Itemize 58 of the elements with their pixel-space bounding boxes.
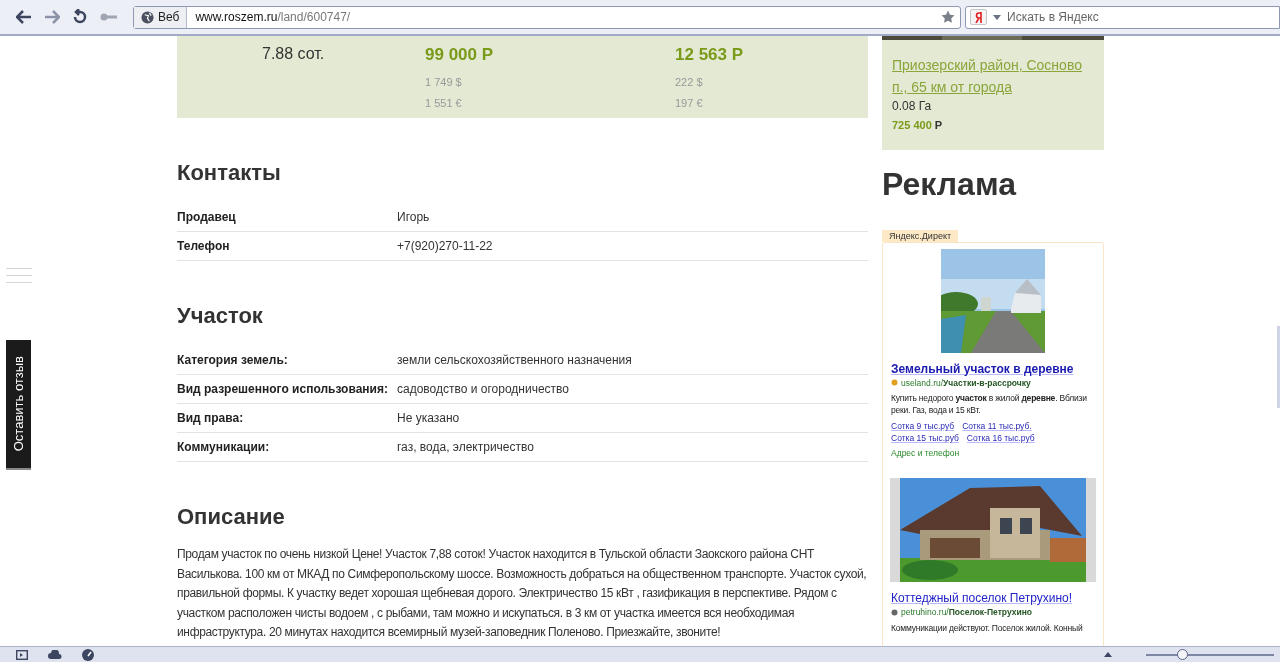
price-usd: 1 749 $ [425,74,463,90]
reload-icon[interactable] [72,9,88,25]
listing-price: 725 400 Р [891,118,944,133]
field-label: Вид права: [177,410,245,427]
field-label: Категория земель: [177,352,289,369]
field-value: садоводство и огородничество [397,381,569,398]
field-value: Игорь [397,209,430,226]
field-value: газ, вода, электричество [397,439,534,456]
star-icon[interactable] [941,10,955,24]
cloud-icon[interactable] [48,650,62,659]
field-value: +7(920)270-11-22 [397,238,493,255]
sidebar-panel-icon[interactable] [16,649,28,660]
forward-icon[interactable] [44,10,60,24]
price-per-unit: 12 563 Р [675,44,744,66]
section-title: Контакты [177,159,282,187]
contact-link[interactable]: Адрес и телефон [891,447,1095,460]
yandex-logo-icon[interactable] [970,9,987,25]
ad-url[interactable]: petruhino.ru/Поселок-Петрухино [891,606,1095,619]
price-eur: 1 551 € [425,96,463,111]
back-icon[interactable] [16,10,32,24]
favicon-icon [891,379,898,387]
ad-text: Купить недорого участок в жилой деревне. Вблизи реки. Газ, вода и 15 кВт. [891,392,1088,417]
ad-text: Коммуникации действуют. Поселок жилой. Конный [891,621,1084,634]
ads-badge: Яндекс.Директ [882,229,959,242]
field-label: Продавец [177,209,237,226]
zoom-slider[interactable] [1146,648,1274,661]
section-title: Участок [177,302,264,330]
sitelink[interactable]: Сотка 16 тыс.руб [966,432,1035,445]
caret-icon[interactable] [993,14,1001,20]
favicon-icon [891,608,898,616]
area-value: 7.88 сот. [262,44,326,64]
address-bar[interactable]: Веб www.roszem.ru/land/600747/ [133,5,961,29]
price-value: 99 000 Р [425,44,495,66]
section-title: Описание [177,503,286,531]
field-label: Коммуникации: [177,439,271,456]
ad-title-link[interactable]: Коттеджный поселок Петрухино! [891,590,1095,606]
web-label[interactable]: Веб [134,6,188,28]
field-value: земли сельскохозяйственного назначения [397,352,632,369]
sitelink[interactable]: Сотка 15 тыс.руб [891,432,959,445]
sitelink[interactable]: Сотка 11 тыс.руб. [962,420,1032,433]
globe-icon [141,10,154,24]
price-per-usd: 222 $ [675,74,704,90]
url-text: www.roszem.ru/land/600747/ [195,9,351,26]
price-per-eur: 197 € [675,96,704,111]
speedometer-icon[interactable] [82,648,94,661]
feedback-tab[interactable]: Оставить отзыв [6,340,31,470]
search-placeholder: Искать в Яндекс [1007,9,1099,26]
ad-title-link[interactable]: Земельный участок в деревне [891,360,1095,377]
field-label: Телефон [177,238,231,255]
field-value: Не указано [397,410,460,427]
sitelink[interactable]: Сотка 9 тыс.руб [891,420,955,433]
ad-url[interactable]: useland.ru/Участки-в-рассрочку [891,376,1095,390]
listing-area: 0.08 Га [882,98,1104,115]
search-field[interactable]: Искать в Яндекс [965,5,1280,29]
caret-up-icon[interactable] [1104,652,1112,657]
ads-title: Реклама [882,164,1018,204]
field-label: Вид разрешенного использования: [177,381,389,398]
description-text: Продам участок по очень низкой Цене! Участок 7,88 соток! Участок находится в Тульской области Заокского района СНТ Василькова. 100 км от МКАД по Симферопольскому шоссе. Возможность добраться на общественном транспорте. Участок сухой, правильной формы. К участку ведет хорошая щебневая дорого. Электричество 15 кВт , газификация в перспективе. Рядом с участком расположен чисты водоем , с рыбами, там можно и искупаться. в 3 км от участка имеется вся необходимая инфраструктура. 20 минутах находится всемирный музей-заповедник Поленово. Приезжайте, звоните! [177,546,868,641]
